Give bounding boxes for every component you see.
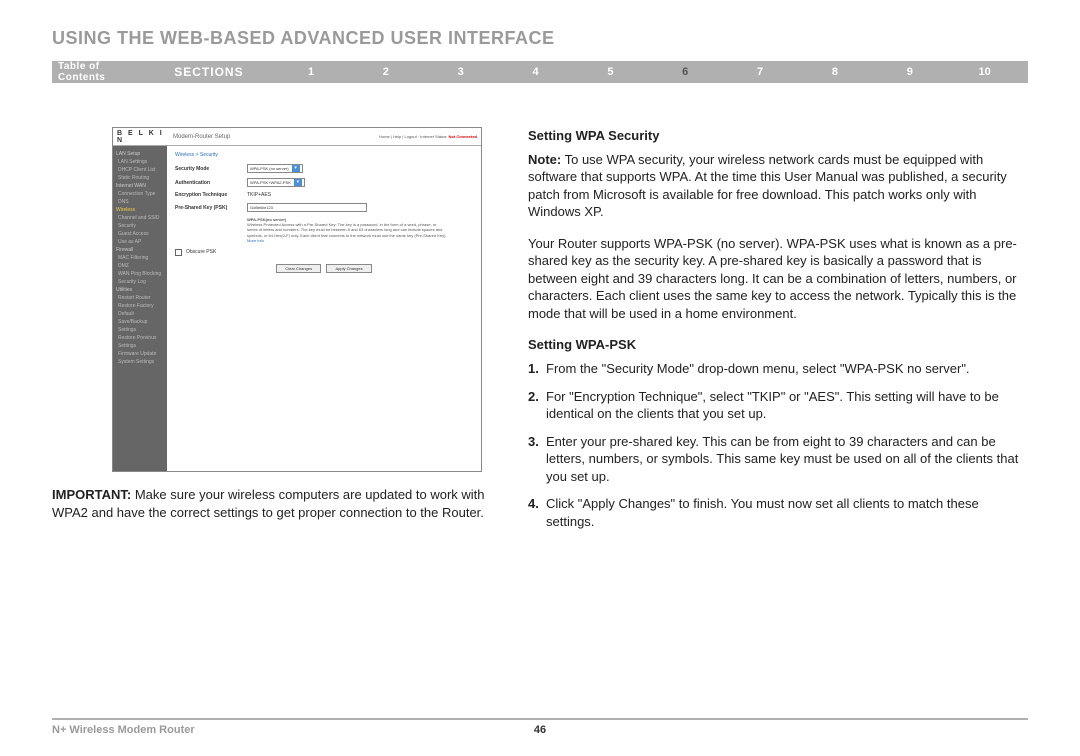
ss-sidebar-item[interactable]: DNS bbox=[116, 198, 164, 206]
important-note: IMPORTANT: Make sure your wireless compu… bbox=[52, 486, 492, 521]
ss-breadcrumb: Wireless > Security bbox=[175, 152, 473, 158]
ss-sidebar-item[interactable]: Firewall bbox=[116, 246, 164, 254]
toc-link[interactable]: Table of Contents bbox=[58, 61, 144, 83]
ss-sidebar-item[interactable]: WAN Ping Blocking bbox=[116, 270, 164, 278]
ss-sidebar-item[interactable]: System Settings bbox=[116, 358, 164, 366]
ss-sidebar-item[interactable]: Utilities bbox=[116, 286, 164, 294]
ss-sidebar-item[interactable]: Security Log bbox=[116, 278, 164, 286]
section-8[interactable]: 8 bbox=[798, 66, 873, 78]
heading-wpa-psk: Setting WPA-PSK bbox=[528, 336, 1028, 354]
section-1[interactable]: 1 bbox=[274, 66, 349, 78]
section-5[interactable]: 5 bbox=[573, 66, 648, 78]
ss-desc-body: Wireless Protected Access with a Pre-Sha… bbox=[247, 222, 447, 237]
chevron-down-icon: ▾ bbox=[292, 165, 300, 172]
section-3[interactable]: 3 bbox=[423, 66, 498, 78]
section-4[interactable]: 4 bbox=[498, 66, 573, 78]
ss-sidebar-item[interactable]: Wireless bbox=[116, 206, 164, 214]
ss-obscure-check[interactable]: Obscure PSK bbox=[175, 249, 473, 256]
ss-enc-label: Encryption Technique bbox=[175, 192, 247, 198]
ss-sidebar-item[interactable]: DHCP Client List bbox=[116, 166, 164, 174]
ss-clear-button[interactable]: Clear Changes bbox=[276, 264, 321, 273]
ss-sidebar-item[interactable]: DMZ bbox=[116, 262, 164, 270]
page-number: 46 bbox=[534, 724, 546, 736]
ss-apply-button[interactable]: Apply Changes bbox=[326, 264, 371, 273]
ss-auth-label: Authentication bbox=[175, 180, 247, 186]
ss-secmode-select[interactable]: WPA-PSK (no server)▾ bbox=[247, 164, 303, 173]
step-item: 2.For "Encryption Technique", select "TK… bbox=[528, 388, 1028, 423]
ss-sidebar-item[interactable]: Security bbox=[116, 222, 164, 230]
ss-more-info-link[interactable]: More Info bbox=[247, 238, 264, 243]
wpa-description: Your Router supports WPA-PSK (no server)… bbox=[528, 235, 1028, 323]
step-item: 1.From the "Security Mode" drop-down men… bbox=[528, 360, 1028, 378]
ss-window-title: Modem-Router Setup bbox=[167, 134, 379, 140]
ss-sidebar-item[interactable]: Restart Router bbox=[116, 294, 164, 302]
section-navbar: Table of Contents SECTIONS 1 2 3 4 5 6 7… bbox=[52, 61, 1028, 83]
ss-sidebar-item[interactable]: Use as AP bbox=[116, 238, 164, 246]
steps-list: 1.From the "Security Mode" drop-down men… bbox=[528, 360, 1028, 530]
ss-sidebar: LAN SetupLAN SettingsDHCP Client ListSta… bbox=[113, 146, 167, 471]
ss-sidebar-item[interactable]: Firmware Update bbox=[116, 350, 164, 358]
heading-wpa-security: Setting WPA Security bbox=[528, 127, 1028, 145]
section-6[interactable]: 6 bbox=[648, 66, 723, 78]
ss-secmode-label: Security Mode bbox=[175, 166, 247, 172]
ss-sidebar-item[interactable]: Static Routing bbox=[116, 174, 164, 182]
ss-sidebar-item[interactable]: Internet WAN bbox=[116, 182, 164, 190]
checkbox-icon bbox=[175, 249, 182, 256]
page-title: USING THE WEB-BASED ADVANCED USER INTERF… bbox=[52, 28, 1028, 49]
ss-sidebar-item[interactable]: LAN Setup bbox=[116, 150, 164, 158]
ss-sidebar-item[interactable]: LAN Settings bbox=[116, 158, 164, 166]
step-item: 4.Click "Apply Changes" to finish. You m… bbox=[528, 495, 1028, 530]
section-9[interactable]: 9 bbox=[872, 66, 947, 78]
page-footer: N+ Wireless Modem Router 46 bbox=[52, 718, 1028, 738]
footer-product: N+ Wireless Modem Router bbox=[52, 724, 195, 738]
belkin-logo: B E L K I N bbox=[113, 130, 167, 144]
ss-sidebar-item[interactable]: Connection Type bbox=[116, 190, 164, 198]
chevron-down-icon: ▾ bbox=[294, 179, 302, 186]
ss-sidebar-item[interactable]: Guest Access bbox=[116, 230, 164, 238]
ss-sidebar-item[interactable]: Channel and SSID bbox=[116, 214, 164, 222]
ss-sidebar-item[interactable]: Restore Previous Settings bbox=[116, 334, 164, 350]
section-7[interactable]: 7 bbox=[723, 66, 798, 78]
ss-auth-select[interactable]: WPA-PSK+WPA2-PSK▾ bbox=[247, 178, 305, 187]
section-2[interactable]: 2 bbox=[348, 66, 423, 78]
ss-psk-input[interactable]: GoBelkin123 bbox=[247, 203, 367, 212]
ss-enc-value: TKIP+AES bbox=[247, 192, 271, 198]
sections-label: SECTIONS bbox=[174, 65, 243, 79]
ss-header-links: Home | Help | Logout · Internet Status: … bbox=[379, 134, 481, 139]
step-item: 3.Enter your pre-shared key. This can be… bbox=[528, 433, 1028, 486]
ss-sidebar-item[interactable]: Save/Backup Settings bbox=[116, 318, 164, 334]
note-paragraph: Note: To use WPA security, your wireless… bbox=[528, 151, 1028, 221]
ss-sidebar-item[interactable]: Restore Factory Default bbox=[116, 302, 164, 318]
router-ui-screenshot: B E L K I N Modem-Router Setup Home | He… bbox=[112, 127, 482, 472]
ss-sidebar-item[interactable]: MAC Filtering bbox=[116, 254, 164, 262]
section-10[interactable]: 10 bbox=[947, 66, 1022, 78]
ss-psk-label: Pre-Shared Key (PSK) bbox=[175, 205, 247, 211]
